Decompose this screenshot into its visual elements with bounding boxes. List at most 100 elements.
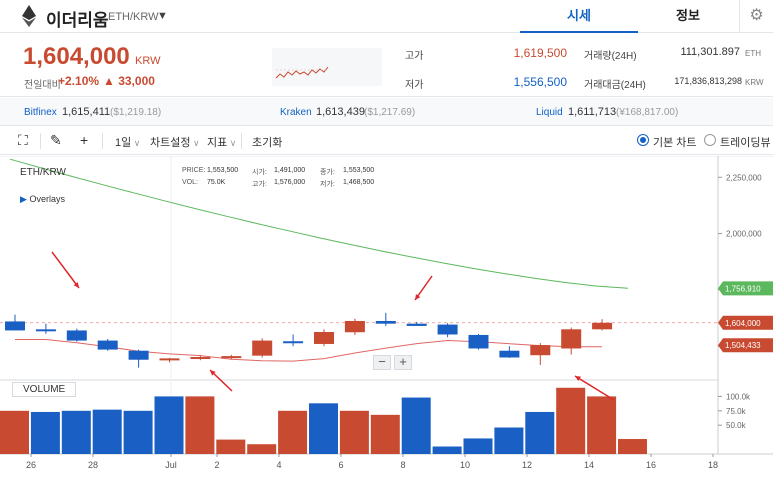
high-label: 고가 (405, 51, 424, 62)
volume24-unit: ETH (745, 49, 761, 58)
legend-low-key: 저가: (320, 181, 335, 188)
overlays-toggle[interactable]: ▶ Overlays (20, 194, 65, 205)
exchange-prices: Bitfinex 1,615,411 ($1,219.18) Kraken 1,… (0, 98, 773, 126)
price-unit: KRW (135, 55, 161, 67)
legend-vol-key: VOL: (182, 179, 198, 186)
change-percent: +2.10% (58, 74, 100, 88)
chart-toolbar: ⛶ ✎ + 1일 ∨ 차트설정 ∨ 지표 ∨ 초기화 기본 차트 트레이딩뷰 (0, 127, 773, 155)
amount24-label: 거래대금(24H) (584, 80, 646, 91)
volume-bar (247, 444, 277, 454)
candle-body (499, 350, 520, 358)
exchange-usd: ($1,217.69) (364, 107, 416, 118)
toolbar-divider (40, 133, 41, 149)
legend-close-key: 종가: (320, 169, 335, 176)
price-tag-label: 1,756,910 (725, 284, 761, 293)
crosshair-plus-icon[interactable]: + (80, 132, 88, 148)
exchange-price: 1,613,439 (316, 106, 365, 118)
tab-info[interactable]: 정보 (638, 0, 738, 33)
volume-bar (30, 411, 60, 454)
amount24-value: 171,836,813,298 (674, 76, 742, 86)
overlays-label: Overlays (29, 194, 65, 204)
low-label: 저가 (405, 80, 424, 91)
time-tick-label: 18 (708, 460, 718, 470)
tab-market[interactable]: 시세 (520, 0, 638, 33)
tradingview-label[interactable]: 트레이딩뷰 (720, 134, 771, 150)
price-tag-label: 1,604,000 (725, 319, 761, 328)
candle-body (66, 330, 87, 341)
volume-panel-label: VOLUME (12, 382, 77, 397)
candle-body (283, 341, 304, 344)
time-tick-label: 26 (26, 460, 36, 470)
candle-body (468, 334, 489, 349)
chart-symbol: ETH/KRW (20, 167, 66, 178)
pencil-draw-icon[interactable]: ✎ (50, 132, 62, 149)
volume-bar (370, 414, 400, 454)
candle-body (159, 358, 180, 361)
legend-vol-value: 75.0K (207, 179, 226, 186)
price-chart[interactable]: 2,250,0002,000,0001,750,0001,500,0001,75… (0, 156, 773, 480)
volume-bar (216, 439, 246, 454)
volume-bar (154, 396, 184, 454)
exchange-name[interactable]: Bitfinex (24, 107, 57, 118)
exchange-price: 1,615,411 (62, 106, 111, 118)
candle-body (128, 350, 149, 360)
legend-high-key: 고가: (252, 181, 267, 188)
reset-button[interactable]: 초기화 (252, 134, 282, 150)
indicators-button[interactable]: 지표 ∨ (207, 134, 236, 150)
pair-label: ETH/KRW (108, 11, 159, 23)
time-tick-label: 10 (460, 460, 470, 470)
toolbar-divider (102, 133, 103, 149)
legend-open-key: 시가: (252, 169, 267, 176)
coin-select-chevron-down-icon[interactable]: ▼ (157, 10, 168, 22)
moving-average-long-line (9, 158, 629, 289)
candle-body (252, 340, 273, 356)
legend-low-value: 1,468,500 (343, 179, 375, 186)
volume-tick-label: 50.0k (726, 421, 747, 430)
exchange-name[interactable]: Liquid (536, 107, 563, 118)
chart-settings-label: 차트설정 (150, 137, 191, 149)
candle-body (314, 332, 334, 344)
candle-body (221, 356, 242, 359)
annotation-arrow (51, 251, 80, 289)
zoom-out-button[interactable]: − (373, 355, 391, 370)
candle-body (561, 329, 582, 349)
zoom-in-button[interactable]: + (394, 355, 412, 370)
current-price: 1,604,000 (23, 43, 130, 70)
volume-bar (339, 410, 369, 454)
time-tick-label: 16 (646, 460, 656, 470)
basic-chart-radio[interactable] (637, 134, 649, 146)
volume-bar (463, 438, 493, 454)
chart-settings-button[interactable]: 차트설정 ∨ (150, 134, 200, 150)
legend-high-value: 1,576,000 (274, 179, 306, 186)
caret-right-icon: ▶ (20, 194, 27, 204)
interval-select[interactable]: 1일 ∨ (115, 134, 140, 150)
volume-tick-label: 75.0k (726, 407, 747, 416)
price-tag-label: 1,504,433 (725, 341, 761, 350)
sparkline-svg (275, 66, 329, 79)
sparkline-chart (272, 48, 382, 86)
chevron-down-icon: ∨ (131, 138, 141, 148)
legend-price-value: 1,553,500 (207, 167, 239, 174)
volume-bar (401, 397, 431, 454)
candlestick-chart-svg: 2,250,0002,000,0001,750,0001,500,0001,75… (0, 156, 773, 470)
gear-icon[interactable]: ⚙ (739, 0, 773, 33)
time-tick-label: Jul (165, 460, 177, 470)
candle-body (406, 323, 427, 326)
price-tick-label: 2,000,000 (726, 230, 762, 239)
ethereum-logo-icon (22, 5, 36, 27)
volume-bar (432, 446, 462, 454)
candle-body (592, 322, 613, 330)
volume24-value: 111,301.897 (680, 46, 740, 58)
exchange-name[interactable]: Kraken (280, 107, 312, 118)
volume-tick-label: 100.0k (726, 392, 751, 401)
legend-open-value: 1,491,000 (274, 167, 306, 174)
fullscreen-icon[interactable]: ⛶ (18, 132, 28, 149)
price-tick-label: 2,250,000 (726, 173, 762, 182)
change-label: 전일대비 (24, 80, 61, 91)
basic-chart-label[interactable]: 기본 차트 (653, 134, 697, 150)
legend-price-key: PRICE: (182, 167, 206, 174)
candle-body (437, 324, 458, 335)
tradingview-radio[interactable] (704, 134, 716, 146)
chevron-down-icon: ∨ (190, 138, 200, 148)
time-tick-label: 2 (214, 460, 219, 470)
